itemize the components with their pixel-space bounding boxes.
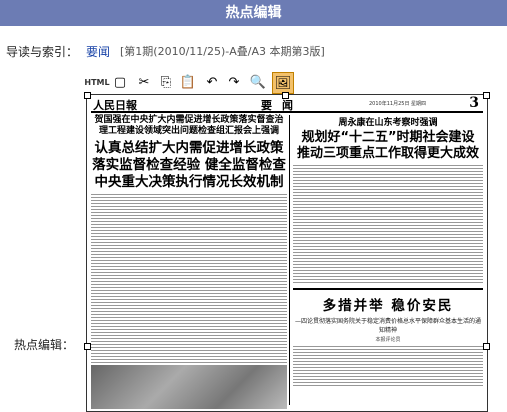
right-article-headline: 规划好“十二五”时期社会建设 推动三项重点工作取得更大成效 (296, 130, 479, 161)
resize-handle-left-center[interactable] (84, 343, 91, 350)
resize-handle-top-right[interactable] (483, 92, 490, 99)
cut-icon[interactable]: ✂ (134, 72, 154, 92)
editor-toolbar: HTML ▢ ✂ ⎘ 📋 ↶ ↷ 🔍 🖼 (84, 71, 296, 95)
news-photo (91, 365, 287, 409)
hot-edit-label: 热点编辑： (14, 338, 75, 352)
copy-icon[interactable]: ⎘ (156, 72, 176, 92)
left-article-kicker: 贺国强在中央扩大内需促进增长政策落实督查治理工程建设领域突出问题检查组汇报会上强… (94, 115, 284, 136)
resize-handle-top-left[interactable] (84, 92, 91, 99)
column-divider (289, 115, 290, 405)
newspaper-date: 2010年11月25日 星期四 (369, 101, 427, 107)
page-title: 热点编辑 (0, 0, 507, 26)
paste-icon[interactable]: 📋 (178, 72, 198, 92)
guide-section-link[interactable]: 要闻 (86, 43, 110, 60)
rich-text-editor[interactable]: 人民日報 要闻 2010年11月25日 星期四 3 贺国强在中央扩大内需促进增长… (86, 94, 488, 412)
newspaper-page-number: 3 (469, 95, 479, 111)
article-divider (293, 288, 483, 290)
editorial-author: 本报评论员 (375, 337, 401, 343)
right-article-body (293, 165, 483, 285)
resize-handle-top-center[interactable] (282, 92, 289, 99)
preview-icon[interactable]: 🔍 (248, 72, 268, 92)
newspaper-logo: 人民日報 (93, 99, 137, 112)
left-article-headline: 认真总结扩大内需促进增长政策落实监督检查经验 健全监督检查中央重大决策执行情况长… (92, 140, 286, 190)
redo-icon[interactable]: ↷ (224, 72, 244, 92)
fullscreen-icon[interactable]: ▢ (110, 72, 130, 92)
editorial-body (293, 346, 483, 386)
resize-handle-right-center[interactable] (483, 343, 490, 350)
insert-image-icon[interactable]: 🖼 (272, 72, 294, 94)
guide-index-label: 导读与索引： (6, 45, 79, 59)
html-mode-button[interactable]: HTML (84, 72, 109, 92)
guide-issue-meta: [第1期(2010/11/25)-A叠/A3 本期第3版] (120, 45, 325, 58)
newspaper-section-name: 要闻 (261, 99, 303, 112)
editorial-headline: 多措并举 稳价安民 (322, 298, 454, 314)
newspaper-masthead: 人民日報 要闻 2010年11月25日 星期四 3 (91, 95, 483, 113)
left-article: 贺国强在中央扩大内需促进增长政策落实督查治理工程建设领域突出问题检查组汇报会上强… (91, 115, 287, 404)
right-article-kicker: 周永康在山东考察时强调 (338, 118, 438, 128)
undo-icon[interactable]: ↶ (202, 72, 222, 92)
editorial-subtitle: —四论贯彻落实国务院关于稳定消费价格总水平保障群众基本生活的通知精神 (294, 318, 481, 334)
right-article: 周永康在山东考察时强调 规划好“十二五”时期社会建设 推动三项重点工作取得更大成… (293, 115, 483, 386)
